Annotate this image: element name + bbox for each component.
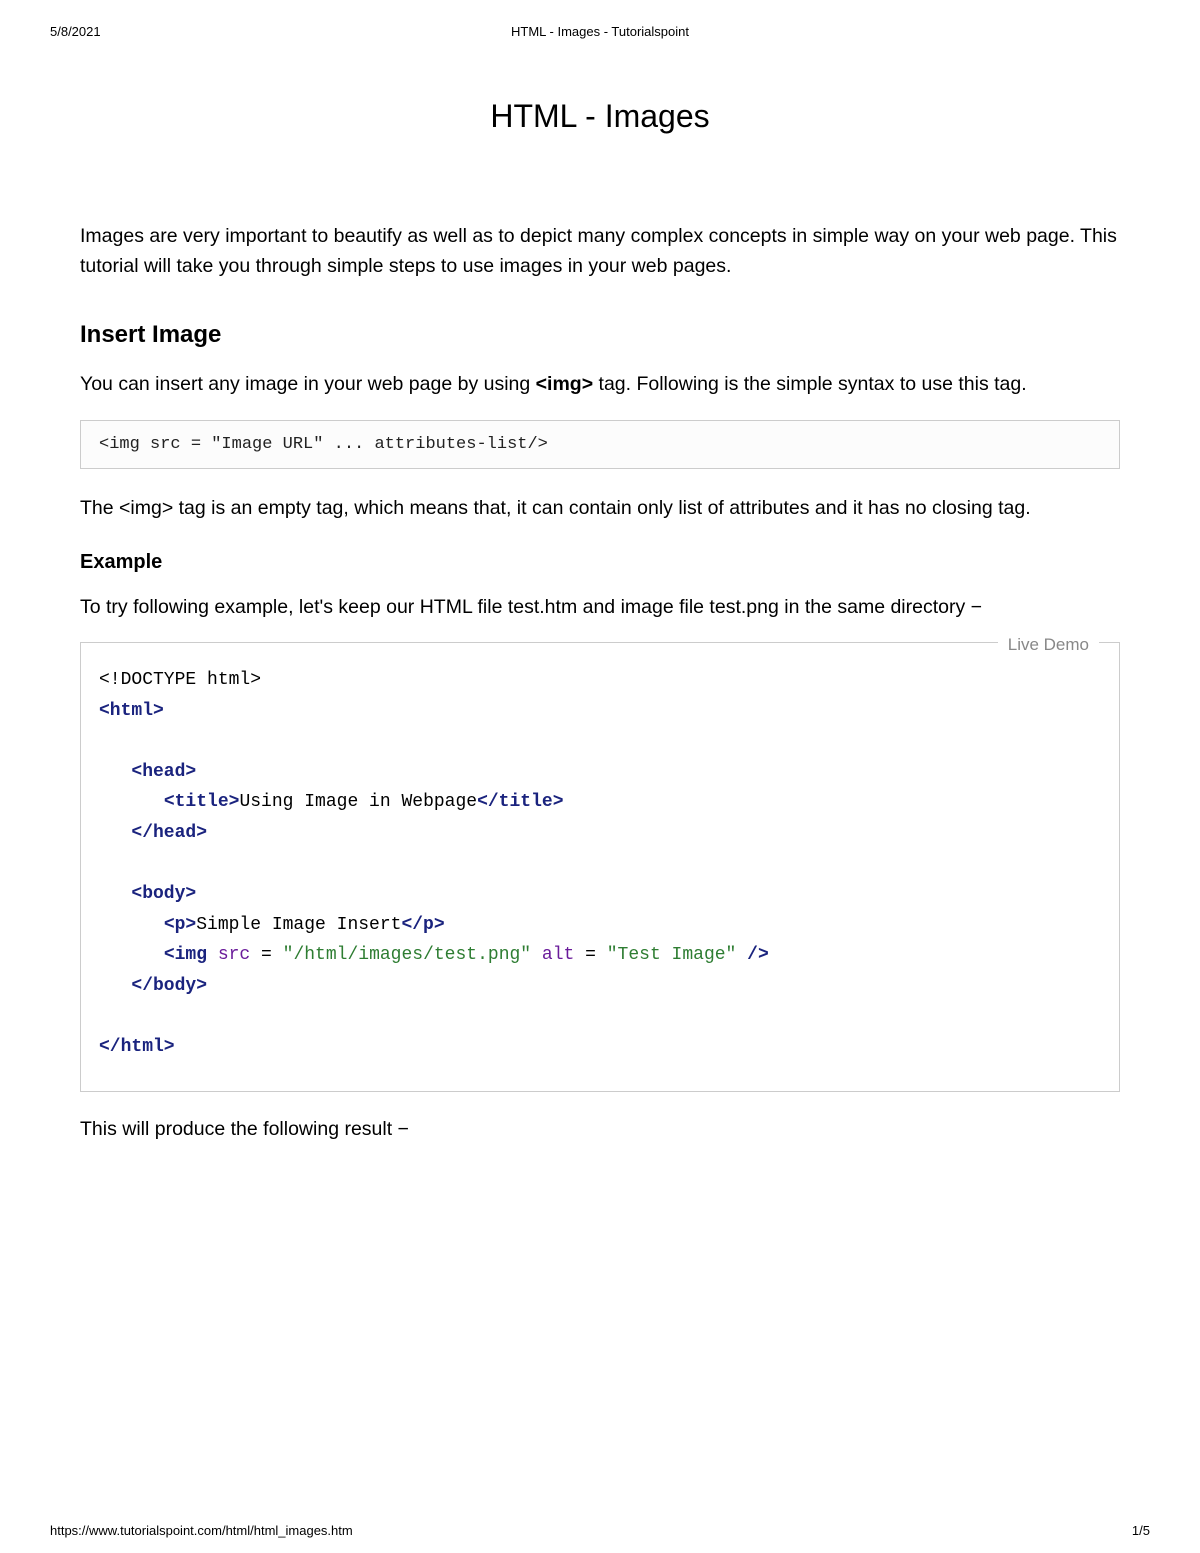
code-p-open: <p> xyxy=(164,915,196,935)
example-paragraph: To try following example, let's keep our… xyxy=(80,592,1120,622)
code-html-close: </html> xyxy=(99,1037,175,1057)
code-title-open: <title> xyxy=(164,792,240,812)
code-src-attr: src xyxy=(207,945,250,965)
para1-after: tag. Following is the simple syntax to u… xyxy=(593,373,1027,395)
code-alt-attr: alt xyxy=(531,945,574,965)
code-src-val: "/html/images/test.png" xyxy=(283,945,531,965)
code-title-close: </title> xyxy=(477,792,563,812)
code-alt-val: "Test Image" xyxy=(607,945,737,965)
page-content: HTML - Images Images are very important … xyxy=(80,90,1120,1141)
insert-image-paragraph-2: The <img> tag is an empty tag, which mea… xyxy=(80,493,1120,523)
insert-image-paragraph-1: You can insert any image in your web pag… xyxy=(80,369,1120,399)
code-img-close: /> xyxy=(736,945,768,965)
code-html-open: <html> xyxy=(99,701,164,721)
footer-page-number: 1/5 xyxy=(1132,1523,1150,1538)
code-p-close: </p> xyxy=(401,915,444,935)
code-body-open: <body> xyxy=(131,884,196,904)
code-p-text: Simple Image Insert xyxy=(196,915,401,935)
example-heading: Example xyxy=(80,551,1120,574)
code-eq2: = xyxy=(574,945,606,965)
img-tag-bold: <img> xyxy=(536,373,593,395)
result-paragraph: This will produce the following result − xyxy=(80,1118,1120,1141)
code-body-close: </body> xyxy=(131,976,207,996)
code-head-close: </head> xyxy=(131,823,207,843)
code-title-text: Using Image in Webpage xyxy=(239,792,477,812)
code-doctype: <!DOCTYPE html> xyxy=(99,670,261,690)
page-title: HTML - Images xyxy=(80,98,1120,135)
example-code-box: Live Demo<!DOCTYPE html> <html> <head> <… xyxy=(80,642,1120,1092)
intro-paragraph: Images are very important to beautify as… xyxy=(80,221,1120,281)
section-heading-insert-image: Insert Image xyxy=(80,321,1120,349)
code-eq1: = xyxy=(250,945,282,965)
live-demo-link[interactable]: Live Demo xyxy=(998,631,1099,660)
footer-url: https://www.tutorialspoint.com/html/html… xyxy=(50,1523,353,1538)
print-header-title: HTML - Images - Tutorialspoint xyxy=(0,24,1200,39)
code-img-open: <img xyxy=(164,945,207,965)
syntax-code-box: <img src = "Image URL" ... attributes-li… xyxy=(80,420,1120,469)
code-head-open: <head> xyxy=(131,762,196,782)
para1-before: You can insert any image in your web pag… xyxy=(80,373,536,395)
